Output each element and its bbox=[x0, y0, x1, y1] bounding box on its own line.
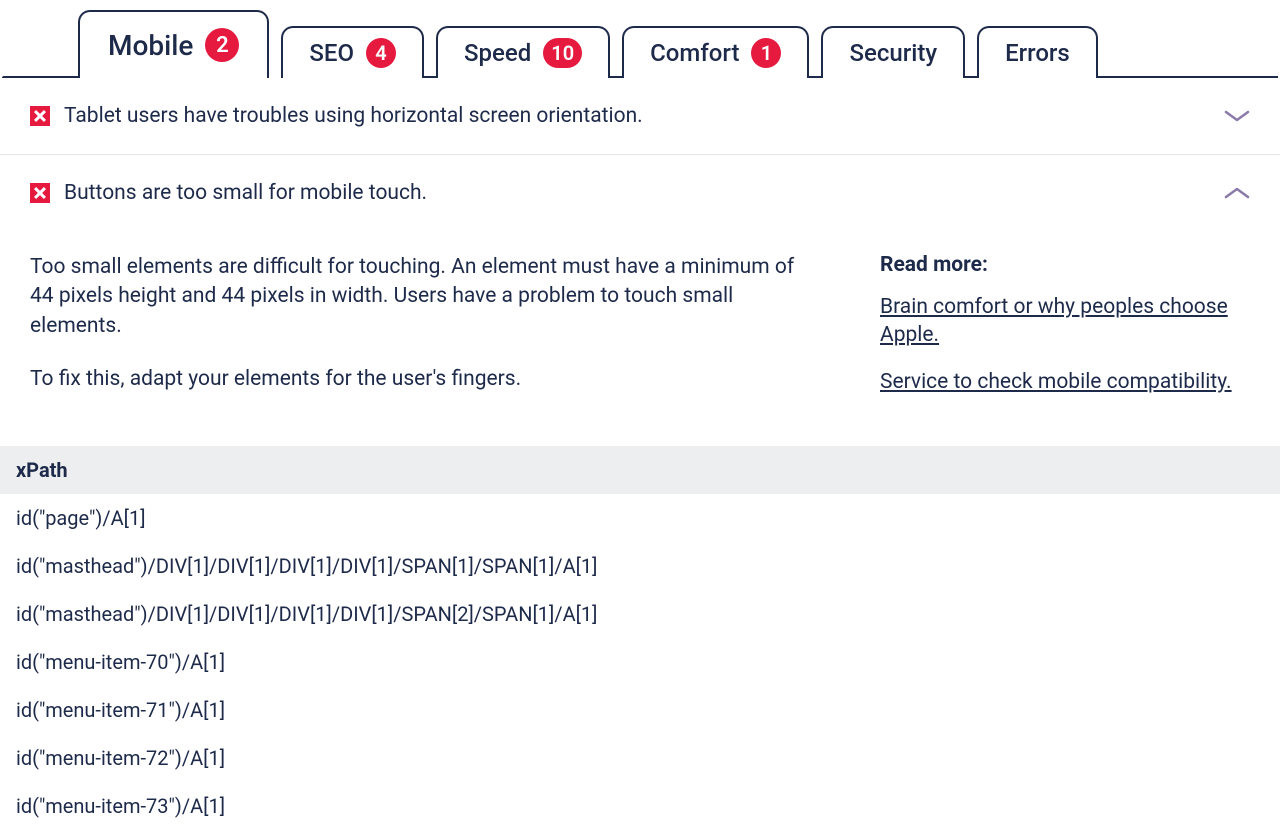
read-more: Read more: Brain comfort or why peoples … bbox=[880, 253, 1240, 396]
tab-speed[interactable]: Speed 10 bbox=[436, 26, 610, 78]
tab-label: Errors bbox=[1005, 39, 1070, 67]
tabs: Mobile 2 SEO 4 Speed 10 Comfort 1 Securi… bbox=[0, 10, 1280, 78]
issue-title: Buttons are too small for mobile touch. bbox=[64, 181, 1210, 205]
error-x-icon bbox=[30, 106, 50, 126]
chevron-up-icon bbox=[1224, 186, 1250, 200]
issue-body: Too small elements are difficult for tou… bbox=[30, 205, 1250, 436]
tab-seo[interactable]: SEO 4 bbox=[281, 26, 424, 78]
xpath-row: id("menu-item-73")/A[1] bbox=[0, 782, 1280, 830]
tab-label: Mobile bbox=[108, 29, 193, 62]
issue-header[interactable]: Tablet users have troubles using horizon… bbox=[30, 104, 1250, 128]
tab-label: Speed bbox=[464, 39, 531, 67]
read-more-link[interactable]: Service to check mobile compatibility. bbox=[880, 368, 1240, 396]
xpath-row: id("menu-item-72")/A[1] bbox=[0, 734, 1280, 782]
tab-label: Comfort bbox=[650, 39, 739, 67]
xpath-row: id("page")/A[1] bbox=[0, 494, 1280, 542]
chevron-down-icon bbox=[1224, 109, 1250, 123]
tab-mobile[interactable]: Mobile 2 bbox=[78, 10, 269, 78]
read-more-link[interactable]: Brain comfort or why peoples choose Appl… bbox=[880, 293, 1240, 350]
issue-item: Buttons are too small for mobile touch. … bbox=[0, 155, 1280, 436]
xpath-header: xPath bbox=[0, 446, 1280, 494]
tab-comfort[interactable]: Comfort 1 bbox=[622, 26, 809, 78]
issue-description: Too small elements are difficult for tou… bbox=[30, 253, 820, 396]
xpath-row: id("masthead")/DIV[1]/DIV[1]/DIV[1]/DIV[… bbox=[0, 542, 1280, 590]
issue-desc-paragraph: Too small elements are difficult for tou… bbox=[30, 253, 820, 341]
tab-badge: 10 bbox=[543, 38, 582, 68]
tab-badge: 2 bbox=[205, 28, 239, 62]
issue-item: Tablet users have troubles using horizon… bbox=[0, 78, 1280, 155]
xpath-table: xPath id("page")/A[1] id("masthead")/DIV… bbox=[0, 446, 1280, 830]
xpath-row: id("masthead")/DIV[1]/DIV[1]/DIV[1]/DIV[… bbox=[0, 590, 1280, 638]
issue-title: Tablet users have troubles using horizon… bbox=[64, 104, 1210, 128]
tab-label: Security bbox=[849, 39, 937, 67]
tab-security[interactable]: Security bbox=[821, 26, 965, 78]
xpath-row: id("menu-item-70")/A[1] bbox=[0, 638, 1280, 686]
content-panel: Tablet users have troubles using horizon… bbox=[0, 78, 1280, 830]
error-x-icon bbox=[30, 183, 50, 203]
issue-desc-paragraph: To fix this, adapt your elements for the… bbox=[30, 365, 820, 394]
tab-badge: 1 bbox=[751, 38, 781, 68]
xpath-row: id("menu-item-71")/A[1] bbox=[0, 686, 1280, 734]
read-more-title: Read more: bbox=[880, 253, 1240, 277]
tab-badge: 4 bbox=[366, 38, 396, 68]
tab-label: SEO bbox=[309, 39, 354, 67]
issue-header[interactable]: Buttons are too small for mobile touch. bbox=[30, 181, 1250, 205]
tab-errors[interactable]: Errors bbox=[977, 26, 1098, 78]
